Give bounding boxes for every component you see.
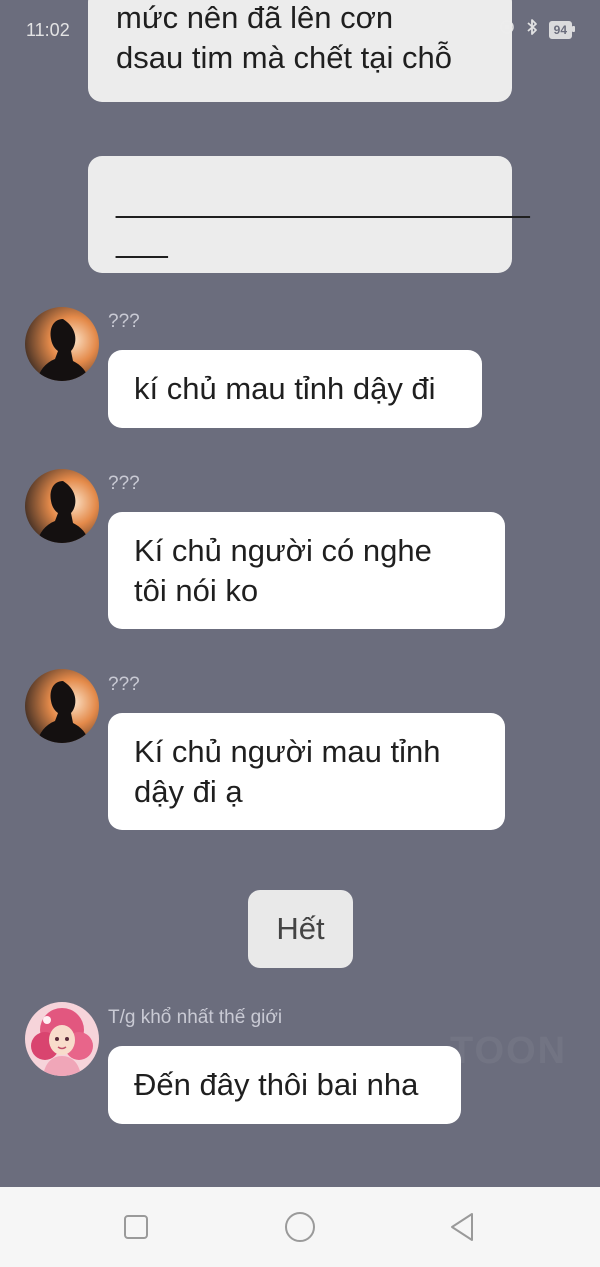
status-bar: 11:02 94 bbox=[0, 0, 600, 60]
narration-line: ___ bbox=[116, 224, 168, 259]
end-label: Hết bbox=[248, 890, 353, 968]
message-bubble: Kí chủ người có nghe tôi nói ko bbox=[108, 512, 505, 629]
message-line: tôi nói ko bbox=[134, 573, 259, 608]
narration-line: ________________________ bbox=[116, 184, 530, 219]
recent-apps-icon[interactable] bbox=[118, 1209, 154, 1245]
message-line: kí chủ mau tỉnh dậy đi bbox=[134, 371, 436, 406]
sender-name: T/g khổ nhất thế giới bbox=[108, 1007, 283, 1028]
narration-bubble: ________________________ ___ bbox=[88, 156, 530, 273]
home-icon[interactable] bbox=[282, 1209, 318, 1245]
message-bubble: Đến đây thôi bai nha bbox=[108, 1046, 461, 1124]
avatar-silhouette[interactable] bbox=[25, 669, 99, 743]
back-icon[interactable] bbox=[444, 1209, 480, 1245]
bluetooth-icon bbox=[525, 18, 539, 41]
status-icons: 94 bbox=[499, 18, 576, 41]
sender-name: ??? bbox=[108, 674, 140, 695]
status-time: 11:02 bbox=[26, 20, 70, 40]
sender-name: ??? bbox=[108, 473, 140, 494]
battery-icon: 94 bbox=[548, 20, 576, 39]
location-icon bbox=[499, 19, 515, 40]
watermark: TOON bbox=[450, 1030, 568, 1072]
message-bubble: kí chủ mau tỉnh dậy đi bbox=[108, 350, 482, 428]
message-line: Kí chủ người mau tỉnh bbox=[134, 734, 441, 769]
sender-name: ??? bbox=[108, 311, 140, 332]
message-line: dậy đi ạ bbox=[134, 774, 243, 809]
avatar-silhouette[interactable] bbox=[25, 469, 99, 543]
avatar-author[interactable] bbox=[25, 1002, 99, 1076]
avatar-silhouette[interactable] bbox=[25, 307, 99, 381]
message-line: Kí chủ người có nghe bbox=[134, 533, 432, 568]
navigation-bar bbox=[0, 1187, 600, 1267]
message-line: Đến đây thôi bai nha bbox=[134, 1067, 419, 1102]
message-bubble: Kí chủ người mau tỉnh dậy đi ạ bbox=[108, 713, 505, 830]
